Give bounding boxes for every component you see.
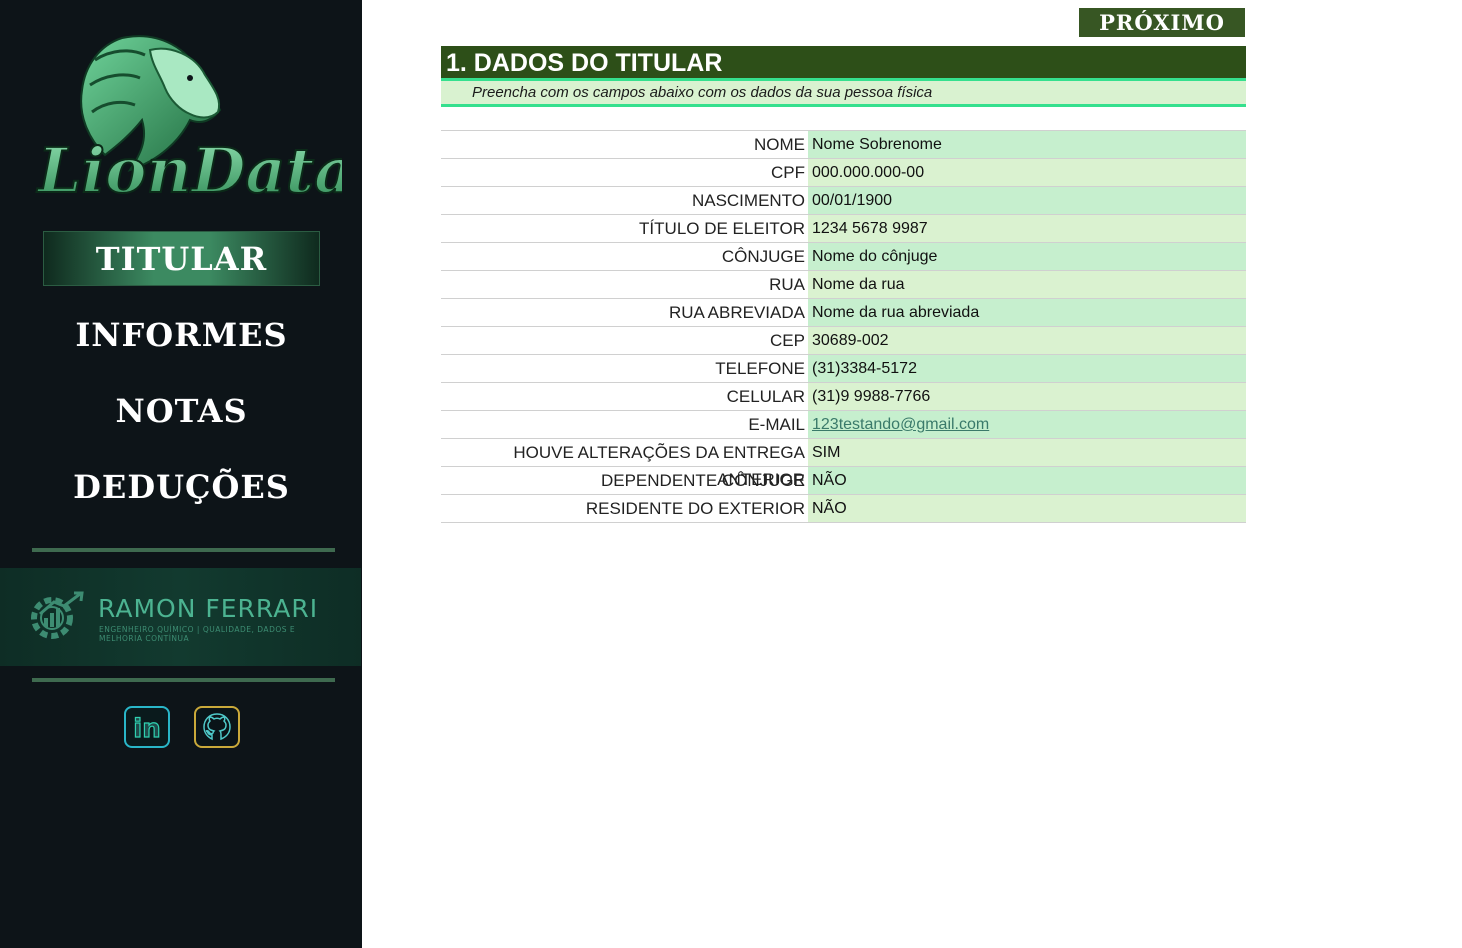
section-title: 1. DADOS DO TITULAR	[441, 46, 1246, 81]
field-row-celular: CELULAR (31)9 9988-7766	[441, 382, 1246, 410]
lion-icon: LionData	[35, 35, 355, 208]
field-value[interactable]: (31)3384-5172	[808, 355, 1246, 382]
field-row-rua-abreviada: RUA ABREVIADA Nome da rua abreviada	[441, 298, 1246, 326]
field-value[interactable]: 000.000.000-00	[808, 159, 1246, 186]
field-label: NASCIMENTO	[691, 191, 805, 210]
field-label: RUA ABREVIADA	[668, 303, 805, 322]
nav-informes[interactable]: INFORMES	[43, 308, 320, 363]
field-value[interactable]: 123testando@gmail.com	[808, 411, 1246, 438]
field-value[interactable]: Nome do cônjuge	[808, 243, 1246, 270]
field-value[interactable]: (31)9 9988-7766	[808, 383, 1246, 410]
field-label: NOME	[754, 135, 805, 154]
nav-deducoes[interactable]: DEDUÇÕES	[43, 460, 320, 515]
next-button[interactable]: PRÓXIMO	[1079, 8, 1245, 37]
github-icon	[203, 713, 231, 741]
brand-name: RAMON FERRARI	[98, 594, 319, 623]
sidebar: LionData TITULAR INFORMES NOTAS DEDUÇÕES…	[0, 0, 362, 948]
field-label: CPF	[771, 163, 805, 182]
liondata-logo: LionData	[30, 20, 355, 220]
field-row-telefone: TELEFONE (31)3384-5172	[441, 354, 1246, 382]
field-value[interactable]: Nome Sobrenome	[808, 131, 1246, 158]
field-row-cep: CEP 30689-002	[441, 326, 1246, 354]
field-row-rua: RUA Nome da rua	[441, 270, 1246, 298]
gear-chart-icon	[31, 591, 84, 639]
linkedin-icon: in	[133, 713, 162, 744]
brand-banner: RAMON FERRARI ENGENHEIRO QUÍMICO | QUALI…	[0, 568, 361, 666]
field-row-nascimento: NASCIMENTO 00/01/1900	[441, 186, 1246, 214]
svg-text:in: in	[133, 714, 160, 744]
field-value[interactable]: NÃO	[808, 467, 1246, 494]
nav-titular[interactable]: TITULAR	[43, 231, 320, 286]
field-row-cpf: CPF 000.000.000-00	[441, 158, 1246, 186]
field-label: DEPENDENTE CÔNJUGE	[600, 471, 805, 490]
field-label: RESIDENTE DO EXTERIOR	[585, 499, 805, 518]
field-row-conjuge: CÔNJUGE Nome do cônjuge	[441, 242, 1246, 270]
field-row-residente-exterior: RESIDENTE DO EXTERIOR NÃO	[441, 494, 1246, 523]
divider	[32, 678, 335, 682]
field-label: HOUVE ALTERAÇÕES DA ENTREGA ANTERIOR	[513, 443, 805, 489]
field-value[interactable]: Nome da rua	[808, 271, 1246, 298]
field-row-dependente-conjuge: DEPENDENTE CÔNJUGE NÃO	[441, 466, 1246, 494]
field-row-nome: NOME Nome Sobrenome	[441, 130, 1246, 158]
field-value[interactable]: 1234 5678 9987	[808, 215, 1246, 242]
field-value[interactable]: 30689-002	[808, 327, 1246, 354]
github-button[interactable]	[194, 706, 240, 748]
field-row-email: E-MAIL 123testando@gmail.com	[441, 410, 1246, 438]
field-label: CÔNJUGE	[721, 247, 805, 266]
svg-text:LionData: LionData	[36, 134, 342, 207]
field-row-titulo-eleitor: TÍTULO DE ELEITOR 1234 5678 9987	[441, 214, 1246, 242]
email-link[interactable]: 123testando@gmail.com	[812, 416, 989, 433]
field-label: TELEFONE	[715, 359, 805, 378]
linkedin-button[interactable]: in	[124, 706, 170, 748]
field-label: TÍTULO DE ELEITOR	[639, 219, 805, 238]
field-value[interactable]: 00/01/1900	[808, 187, 1246, 214]
field-value[interactable]: Nome da rua abreviada	[808, 299, 1246, 326]
brand-subtitle: ENGENHEIRO QUÍMICO | QUALIDADE, DADOS E …	[99, 625, 296, 643]
field-label: CEP	[770, 331, 805, 350]
field-label: CELULAR	[726, 387, 805, 406]
field-value[interactable]: NÃO	[808, 495, 1246, 522]
titular-form: NOME Nome Sobrenome CPF 000.000.000-00 N…	[441, 130, 1246, 523]
field-label: E-MAIL	[748, 415, 805, 434]
field-value[interactable]: SIM	[808, 439, 1246, 466]
field-row-alteracoes: HOUVE ALTERAÇÕES DA ENTREGA ANTERIOR SIM	[441, 438, 1246, 489]
nav-notas[interactable]: NOTAS	[43, 384, 320, 439]
section-subtitle: Preencha com os campos abaixo com os dad…	[441, 81, 1246, 107]
field-label: RUA	[769, 275, 805, 294]
divider	[32, 548, 335, 552]
